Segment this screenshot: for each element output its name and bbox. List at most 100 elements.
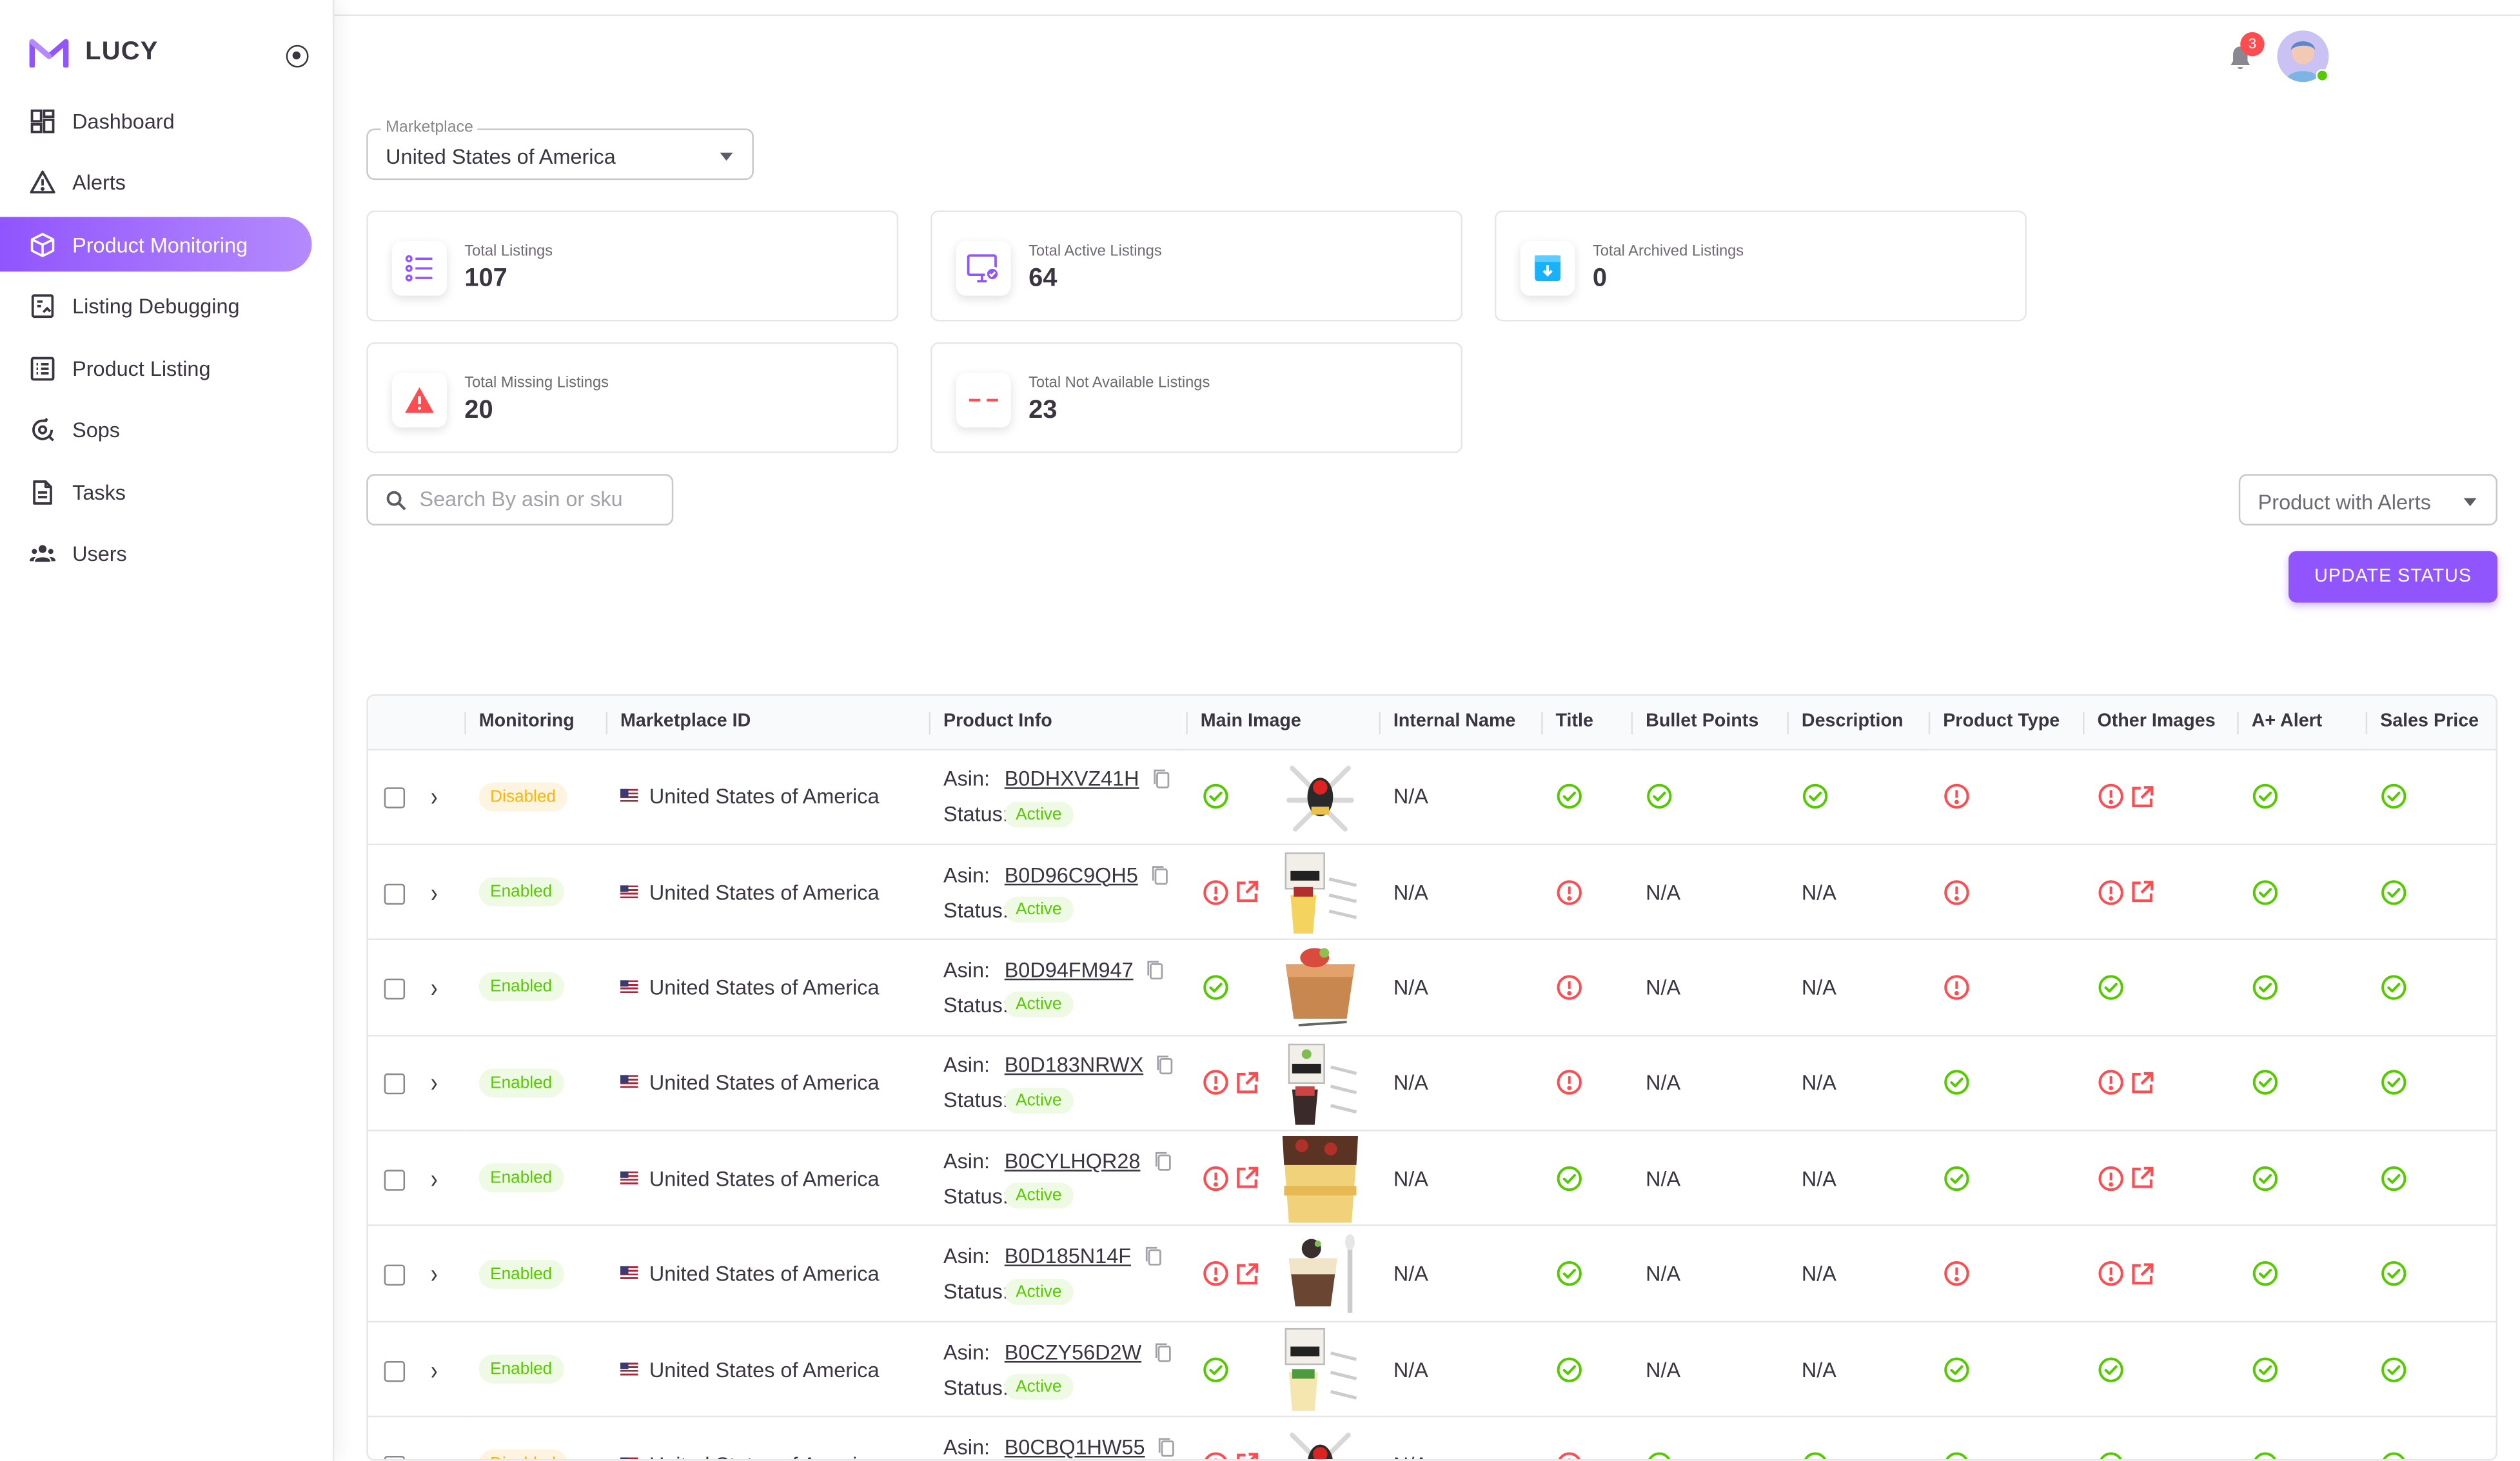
copy-icon[interactable] [1154,1341,1172,1362]
sidebar-item-dashboard[interactable]: Dashboard [0,93,312,148]
product-thumbnail[interactable] [1275,847,1364,937]
copy-icon[interactable] [1158,1436,1176,1457]
row-checkbox[interactable] [384,1169,406,1191]
monitoring-status-chip[interactable]: Enabled [478,1355,564,1384]
expand-chevron-icon[interactable]: › [431,1449,438,1459]
update-status-button[interactable]: UPDATE STATUS [2289,551,2498,603]
product-thumbnail[interactable] [1275,1324,1364,1415]
copy-icon[interactable] [1152,769,1170,789]
asin-link[interactable]: B0CBQ1HW55 [1005,1435,1145,1458]
col-header-sales-price[interactable]: Sales Price [2365,696,2496,750]
row-checkbox[interactable] [384,883,406,905]
table-row[interactable]: › Enabled United States of America Asin: B0D… [368,1035,2496,1132]
open-external-icon[interactable] [1234,1166,1260,1191]
search-icon [386,491,406,511]
open-external-icon[interactable] [1234,1452,1260,1461]
table-row[interactable]: › Enabled United States of America Asin: B0C… [368,1321,2496,1418]
asin-link[interactable]: B0D185N14F [1005,1244,1131,1268]
search-field[interactable] [366,474,674,525]
expand-chevron-icon[interactable]: › [431,972,438,1003]
copy-icon[interactable] [1144,1246,1161,1266]
col-header-main-image[interactable]: Main Image [1186,696,1379,750]
expand-chevron-icon[interactable]: › [431,1353,438,1385]
asin-link[interactable]: B0D94FM947 [1005,957,1134,981]
asin-link[interactable]: B0DHXVZ41H [1005,767,1139,790]
sidebar-item-listing-debugging[interactable]: Listing Debugging [0,279,312,333]
asin-link[interactable]: B0CYLHQR28 [1005,1148,1141,1172]
open-external-icon[interactable] [2129,879,2155,905]
row-checkbox[interactable] [384,1360,406,1382]
expand-chevron-icon[interactable]: › [431,1067,438,1099]
sidebar-item-users[interactable]: Users [0,526,312,581]
monitoring-status-chip[interactable]: Enabled [478,973,564,1002]
warning-icon [392,373,447,427]
copy-icon[interactable] [1151,864,1168,885]
col-header-other-images[interactable]: Other Images [2083,696,2238,750]
table-row[interactable]: › Enabled United States of America Asin: B0C… [368,1130,2496,1227]
monitoring-status-chip[interactable]: Enabled [478,1164,564,1193]
col-header-description[interactable]: Description [1787,696,1929,750]
copy-icon[interactable] [1156,1055,1174,1075]
open-external-icon[interactable] [2129,1166,2155,1191]
table-row[interactable]: › Disabled United States of America Asin: B0… [368,1417,2496,1461]
copy-icon[interactable] [1147,959,1164,980]
search-input[interactable] [419,487,661,511]
open-external-icon[interactable] [2129,784,2155,810]
sidebar-item-sops[interactable]: Sops [0,402,312,457]
row-checkbox[interactable] [384,1264,406,1286]
marketplace-select[interactable]: Marketplace United States of America [366,119,754,181]
open-external-icon[interactable] [1234,879,1260,905]
brand[interactable]: LUCY [29,39,159,68]
asin-link[interactable]: B0D96C9QH5 [1005,862,1138,886]
col-header-title[interactable]: Title [1541,696,1631,750]
monitoring-status-chip[interactable]: Enabled [478,1259,564,1288]
expand-chevron-icon[interactable]: › [431,1258,438,1289]
asin-link[interactable]: B0D183NRWX [1005,1053,1144,1077]
product-thumbnail[interactable] [1275,1037,1364,1128]
product-thumbnail[interactable] [1275,1133,1364,1224]
table-header-row: Monitoring Marketplace ID Product Info M… [368,696,2496,750]
product-thumbnail[interactable] [1275,1419,1364,1461]
marketplace-name: United States of America [649,1070,880,1095]
monitoring-status-chip[interactable]: Disabled [478,1450,567,1460]
sidebar-item-alerts[interactable]: Alerts [0,155,312,210]
table-row[interactable]: › Enabled United States of America Asin: B0D… [368,939,2496,1036]
table-row[interactable]: › Enabled United States of America Asin: B0D… [368,844,2496,941]
sidebar-item-product-listing[interactable]: Product Listing [0,340,312,395]
row-checkbox[interactable] [384,787,406,809]
table-row[interactable]: › Enabled United States of America Asin: B0D… [368,1226,2496,1322]
row-checkbox[interactable] [384,1074,406,1095]
expand-chevron-icon[interactable]: › [431,1162,438,1194]
monitoring-status-chip[interactable]: Disabled [478,781,567,811]
monitoring-status-chip[interactable]: Enabled [478,877,564,907]
error-circle-icon [1944,975,1969,1000]
sidebar-item-label: Product Listing [72,356,211,380]
copy-icon[interactable] [1153,1150,1170,1171]
open-external-icon[interactable] [2129,1070,2155,1096]
open-external-icon[interactable] [2129,1261,2155,1287]
sidebar-item-product-monitoring[interactable]: Product Monitoring [0,217,312,272]
row-checkbox[interactable] [384,1455,406,1460]
alerts-filter-select[interactable]: Product with Alerts [2238,474,2498,525]
table-row[interactable]: › Disabled United States of America Asin: B0… [368,749,2496,845]
open-external-icon[interactable] [1234,1070,1260,1096]
product-thumbnail[interactable] [1275,1228,1364,1319]
col-header-product-info[interactable]: Product Info [929,696,1186,750]
col-header-bullet-points[interactable]: Bullet Points [1631,696,1787,750]
col-header-aplus-alert[interactable]: A+ Alert [2237,696,2366,750]
asin-link[interactable]: B0CZY56D2W [1005,1339,1141,1363]
col-header-internal-name[interactable]: Internal Name [1379,696,1542,750]
sidebar-pin-icon[interactable] [286,44,309,68]
product-thumbnail[interactable] [1275,751,1364,842]
product-thumbnail[interactable] [1275,942,1364,1033]
expand-chevron-icon[interactable]: › [431,876,438,908]
open-external-icon[interactable] [1234,1261,1260,1287]
error-circle-icon [2098,784,2123,809]
col-header-product-type[interactable]: Product Type [1928,696,2083,750]
col-header-monitoring[interactable]: Monitoring [464,696,606,750]
sidebar-item-tasks[interactable]: Tasks [0,464,312,519]
expand-chevron-icon[interactable]: › [431,781,438,812]
row-checkbox[interactable] [384,978,406,1000]
col-header-marketplace-id[interactable]: Marketplace ID [605,696,929,750]
monitoring-status-chip[interactable]: Enabled [478,1068,564,1097]
